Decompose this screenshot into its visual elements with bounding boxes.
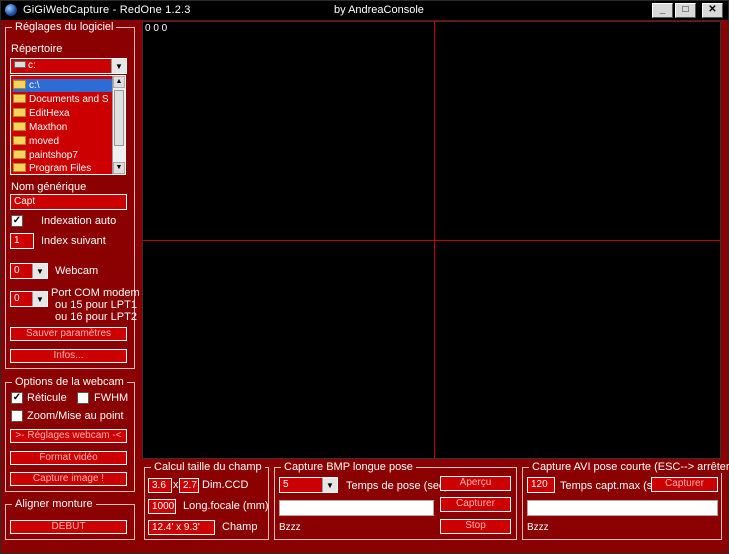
folder-item[interactable]: paintshop7 <box>13 149 113 162</box>
folder-item-label: c:\ <box>29 80 40 91</box>
auto-index-label: Indexation auto <box>41 215 117 227</box>
webcam-select[interactable]: 0 ▼ <box>10 263 48 279</box>
start-button[interactable]: DEBUT <box>10 520 127 534</box>
folder-item-label: Maxthon <box>29 122 68 133</box>
folder-item-label: moved <box>29 136 60 147</box>
folder-item[interactable]: Maxthon <box>13 121 113 134</box>
minimize-button[interactable]: _ <box>652 3 673 18</box>
folder-list[interactable]: c:\ Documents and S EditHexa Maxthon mov… <box>10 75 126 175</box>
ccd-label: Dim.CCD <box>202 479 249 491</box>
video-format-button[interactable]: Format vidéo <box>10 451 127 465</box>
folder-item-label: paintshop7 <box>29 150 78 161</box>
camera-viewer[interactable]: 0 0 0 <box>142 21 721 459</box>
webcam-settings-button[interactable]: >- Réglages webcam -< <box>10 429 127 443</box>
main-window: GiGiWebCapture - RedOne 1.2.3 by AndreaC… <box>0 0 729 554</box>
folder-icon <box>13 108 26 117</box>
exposure-label: Temps de pose (sec) <box>346 480 449 492</box>
folder-item[interactable]: Documents and S <box>13 93 113 106</box>
directory-label: Répertoire <box>11 43 63 55</box>
folder-icon <box>13 136 26 145</box>
bmp-progress-bar <box>279 500 434 516</box>
folder-list-scrollbar[interactable]: ▲ ▼ <box>112 76 125 174</box>
close-button[interactable]: ✕ <box>702 3 723 18</box>
mount-align-title: Aligner monture <box>12 498 96 510</box>
reticle-checkbox[interactable]: ✓ <box>11 392 23 404</box>
author-credit: by AndreaConsole <box>334 4 424 16</box>
folder-icon <box>13 122 26 131</box>
title-bar[interactable]: GiGiWebCapture - RedOne 1.2.3 by AndreaC… <box>1 1 728 20</box>
ccd-height-input[interactable]: 2.7 <box>179 478 199 493</box>
webcam-value: 0 <box>14 265 20 276</box>
chevron-down-icon[interactable]: ▼ <box>32 292 47 306</box>
port-label-line1: Port COM modem <box>51 287 140 299</box>
focal-length-label: Long.focale (mm) <box>183 500 269 512</box>
ccd-width-input[interactable]: 3.6 <box>148 478 172 493</box>
port-select[interactable]: 0 ▼ <box>10 291 48 307</box>
zoom-label: Zoom/Mise au point <box>27 410 124 422</box>
max-time-label: Temps capt.max (s) <box>560 480 656 492</box>
bmp-status-text: Bzzz <box>279 522 301 533</box>
capture-image-button[interactable]: Capture image ! <box>10 472 127 486</box>
folder-item[interactable]: moved <box>13 135 113 148</box>
field-label: Champ <box>222 521 258 533</box>
reticle-horizontal-line <box>143 240 720 241</box>
reticle-label: Réticule <box>27 392 67 404</box>
zoom-checkbox[interactable] <box>11 410 23 422</box>
avi-status-text: Bzzz <box>527 522 549 533</box>
avi-capture-title: Capture AVI pose courte (ESC--> arrêter) <box>529 461 729 473</box>
port-label-line2: ou 15 pour LPT1 <box>55 299 137 311</box>
folder-item[interactable]: c:\ <box>13 79 113 92</box>
folder-item[interactable]: EditHexa <box>13 107 113 120</box>
stop-button[interactable]: Stop <box>440 519 511 534</box>
exposure-select[interactable]: 5 ▼ <box>279 477 338 493</box>
folder-icon <box>13 94 26 103</box>
frame-counter: 0 0 0 <box>145 23 168 34</box>
drive-icon <box>14 61 26 68</box>
max-time-input[interactable]: 120 <box>527 477 555 493</box>
avi-capture-button[interactable]: Capturer <box>651 477 718 492</box>
avi-progress-bar <box>527 500 718 516</box>
folder-item-label: Documents and S <box>29 94 109 105</box>
chevron-down-icon[interactable]: ▼ <box>111 59 126 73</box>
save-settings-button[interactable]: Sauver paramètres <box>10 327 127 341</box>
webcam-options-title: Options de la webcam <box>12 376 127 388</box>
exposure-value: 5 <box>283 479 289 490</box>
generic-name-label: Nom générique <box>11 181 87 193</box>
chevron-down-icon[interactable]: ▼ <box>32 264 47 278</box>
scroll-down-icon[interactable]: ▼ <box>113 162 125 174</box>
auto-index-checkbox[interactable]: ✓ <box>11 215 23 227</box>
scroll-up-icon[interactable]: ▲ <box>113 76 125 88</box>
port-label-line3: ou 16 pour LPT2 <box>55 311 137 323</box>
drive-select[interactable]: c: ▼ <box>10 58 127 74</box>
folder-item[interactable]: Program Files <box>13 162 113 174</box>
bmp-capture-button[interactable]: Capturer <box>440 497 511 512</box>
preview-button[interactable]: Aperçu <box>440 476 511 491</box>
field-size-output: 12.4' x 9.3' <box>148 520 215 535</box>
webcam-label: Webcam <box>55 265 99 277</box>
chevron-down-icon[interactable]: ▼ <box>322 478 337 492</box>
next-index-input[interactable]: 1 <box>10 233 34 249</box>
field-calc-title: Calcul taille du champ <box>151 461 265 473</box>
times-label: x <box>173 479 179 491</box>
maximize-button[interactable]: □ <box>675 3 696 18</box>
bmp-capture-title: Capture BMP longue pose <box>281 461 416 473</box>
scroll-thumb[interactable] <box>114 90 124 146</box>
window-title: GiGiWebCapture - RedOne 1.2.3 <box>23 4 191 16</box>
info-button[interactable]: Infos... <box>10 349 127 363</box>
folder-item-label: Program Files <box>29 163 92 174</box>
folder-icon <box>13 163 26 172</box>
app-icon <box>5 4 17 16</box>
fwhm-checkbox[interactable] <box>77 392 89 404</box>
generic-name-input[interactable]: Capt <box>10 194 127 210</box>
focal-length-input[interactable]: 1000 <box>148 499 176 514</box>
folder-item-label: EditHexa <box>29 108 70 119</box>
fwhm-label: FWHM <box>94 392 129 404</box>
drive-value: c: <box>28 60 36 71</box>
port-value: 0 <box>14 293 20 304</box>
next-index-label: Index suivant <box>41 235 106 247</box>
open-folder-icon <box>13 80 26 89</box>
folder-icon <box>13 150 26 159</box>
settings-group-title: Réglages du logiciel <box>12 21 117 33</box>
